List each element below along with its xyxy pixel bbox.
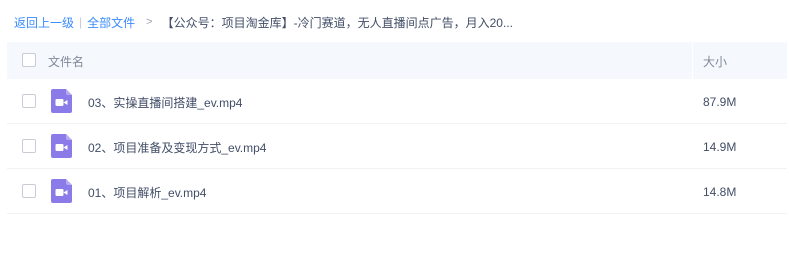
video-file-icon	[51, 89, 72, 113]
file-name[interactable]: 01、项目解析_ev.mp4	[88, 184, 206, 201]
table-row[interactable]: 02、项目准备及变现方式_ev.mp4 14.9M	[7, 124, 787, 169]
breadcrumb: 返回上一级 | 全部文件 > 【公众号：项目淘金库】-冷门赛道，无人直播间点广告…	[14, 14, 513, 30]
file-size: 87.9M	[703, 95, 737, 109]
file-size: 14.8M	[703, 185, 737, 199]
file-name[interactable]: 03、实操直播间搭建_ev.mp4	[88, 94, 242, 111]
video-file-icon	[51, 179, 72, 203]
video-file-icon	[51, 134, 72, 158]
file-size: 14.9M	[703, 140, 737, 154]
current-folder-title: 【公众号：项目淘金库】-冷门赛道，无人直播间点广告，月入20...	[161, 15, 513, 30]
table-row[interactable]: 01、项目解析_ev.mp4 14.8M	[7, 169, 787, 214]
all-files-link[interactable]: 全部文件	[87, 14, 135, 31]
chevron-right-icon: >	[146, 16, 153, 28]
row-checkbox[interactable]	[22, 94, 36, 108]
file-name[interactable]: 02、项目准备及变现方式_ev.mp4	[88, 139, 266, 156]
row-checkbox[interactable]	[22, 184, 36, 198]
breadcrumb-separator: |	[79, 15, 83, 29]
column-header-filename[interactable]: 文件名	[48, 53, 84, 70]
row-checkbox[interactable]	[22, 139, 36, 153]
file-table: 文件名 大小 03、实操直播间搭建_ev.mp4 87.9M 02、项目准备及变…	[7, 42, 787, 214]
column-header-size[interactable]: 大小	[703, 53, 727, 70]
column-divider	[692, 42, 693, 79]
select-all-checkbox[interactable]	[22, 53, 36, 67]
table-row[interactable]: 03、实操直播间搭建_ev.mp4 87.9M	[7, 79, 787, 124]
back-link[interactable]: 返回上一级	[14, 14, 74, 31]
table-header: 文件名 大小	[7, 42, 787, 79]
